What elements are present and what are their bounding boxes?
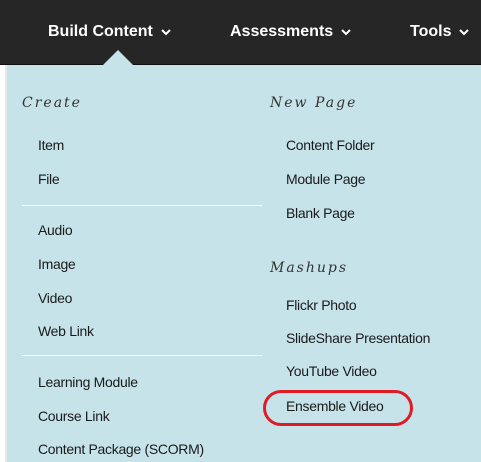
menu-item-learning-module[interactable]: Learning Module	[38, 374, 138, 390]
menu-divider	[22, 205, 262, 206]
mashups-heading: Mashups	[270, 260, 349, 276]
menu-item-image[interactable]: Image	[38, 256, 76, 272]
menu-item-youtube-video[interactable]: YouTube Video	[286, 363, 377, 379]
menu-item-module-page[interactable]: Module Page	[286, 171, 366, 187]
menu-item-file[interactable]: File	[38, 171, 60, 187]
screenshot-frame: Build Content Assessments Tools Create I…	[0, 0, 481, 462]
content-toolbar: Build Content Assessments Tools	[0, 0, 481, 65]
dropdown-pointer	[102, 50, 134, 66]
menu-item-content-package[interactable]: Content Package (SCORM)	[38, 441, 204, 457]
build-content-label: Build Content	[48, 23, 153, 40]
menu-item-video[interactable]: Video	[38, 290, 72, 306]
menu-item-content-folder[interactable]: Content Folder	[286, 137, 375, 153]
menu-item-slideshare-presentation[interactable]: SlideShare Presentation	[286, 330, 430, 346]
assessments-button[interactable]: Assessments	[230, 0, 352, 64]
menu-divider	[22, 355, 262, 356]
new-page-heading: New Page	[270, 95, 358, 111]
chevron-down-icon	[459, 29, 470, 36]
menu-item-blank-page[interactable]: Blank Page	[286, 205, 355, 221]
tools-button[interactable]: Tools	[410, 0, 470, 64]
chevron-down-icon	[161, 29, 171, 36]
assessments-label: Assessments	[230, 23, 334, 40]
menu-item-course-link[interactable]: Course Link	[38, 408, 110, 424]
menu-item-item[interactable]: Item	[38, 137, 64, 153]
menu-item-audio[interactable]: Audio	[38, 222, 73, 238]
chevron-down-icon	[341, 29, 351, 36]
menu-item-flickr-photo[interactable]: Flickr Photo	[286, 297, 357, 313]
create-heading: Create	[22, 95, 82, 111]
menu-item-web-link[interactable]: Web Link	[38, 323, 94, 339]
ensemble-video-highlight-ring	[263, 390, 413, 426]
tools-label: Tools	[410, 23, 452, 40]
